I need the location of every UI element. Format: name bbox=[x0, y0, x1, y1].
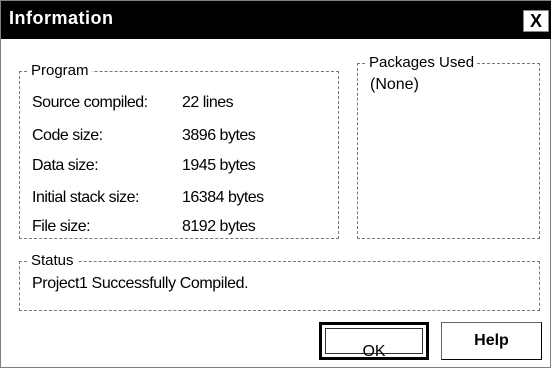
program-group-title: Program bbox=[28, 62, 92, 80]
packages-used-value: (None) bbox=[370, 76, 419, 93]
initial-stack-size-label: Initial stack size: bbox=[32, 189, 139, 206]
data-size-label: Data size: bbox=[32, 157, 99, 174]
title-bar[interactable]: Information X bbox=[1, 1, 551, 39]
code-size-value: 3896 bytes bbox=[182, 127, 256, 144]
information-dialog: Information X Program Source compiled: 2… bbox=[0, 0, 551, 368]
source-compiled-label: Source compiled: bbox=[32, 94, 148, 111]
data-size-value: 1945 bytes bbox=[182, 157, 256, 174]
source-compiled-value: 22 lines bbox=[182, 94, 234, 111]
ok-button-label: OK bbox=[362, 343, 386, 360]
help-button[interactable]: Help bbox=[441, 322, 542, 360]
packages-used-group: Packages Used (None) bbox=[357, 54, 540, 239]
ok-button[interactable]: OK bbox=[319, 322, 429, 360]
window-title: Information bbox=[9, 8, 114, 28]
file-size-label: File size: bbox=[32, 218, 91, 235]
program-group: Program Source compiled: 22 lines Code s… bbox=[19, 62, 339, 239]
status-group: Status Project1 Successfully Compiled. bbox=[19, 252, 540, 311]
initial-stack-size-value: 16384 bytes bbox=[182, 189, 264, 206]
file-size-value: 8192 bytes bbox=[182, 218, 256, 235]
packages-used-title: Packages Used bbox=[366, 54, 478, 72]
close-button[interactable]: X bbox=[523, 10, 549, 32]
status-message: Project1 Successfully Compiled. bbox=[32, 275, 249, 292]
code-size-label: Code size: bbox=[32, 127, 103, 144]
status-group-title: Status bbox=[28, 252, 77, 270]
close-icon: X bbox=[529, 11, 542, 31]
help-button-label: Help bbox=[474, 332, 509, 349]
